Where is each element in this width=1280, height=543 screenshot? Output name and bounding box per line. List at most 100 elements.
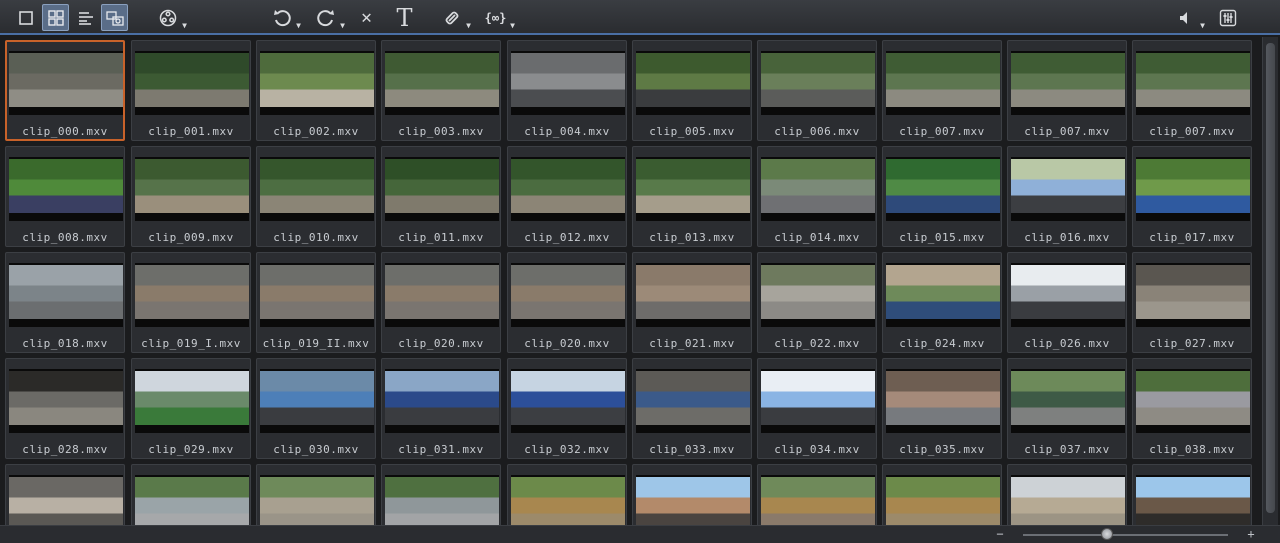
clip-tile[interactable]: clip_021.mxv <box>632 252 752 353</box>
clip-tile[interactable]: clip_009.mxv <box>131 146 251 247</box>
clip-tile[interactable]: clip_013.mxv <box>632 146 752 247</box>
single-view-icon[interactable] <box>12 4 39 31</box>
clip-thumbnail <box>135 263 249 327</box>
clip-tile[interactable]: clip_001.mxv <box>131 40 251 141</box>
clip-label: clip_035.mxv <box>899 443 985 456</box>
fx-icon[interactable]: {∞} ▼ <box>482 4 515 31</box>
clip-tile[interactable] <box>5 464 125 525</box>
delete-icon[interactable]: ✕ <box>353 4 380 31</box>
vertical-scrollbar[interactable] <box>1262 37 1278 525</box>
clip-label: clip_030.mxv <box>273 443 359 456</box>
clip-thumbnail <box>1136 475 1250 525</box>
settings-icon[interactable] <box>1214 4 1241 31</box>
clip-tile[interactable]: clip_020.mxv <box>507 252 627 353</box>
reel-menu-icon[interactable]: ▼ <box>154 4 187 31</box>
clip-tile[interactable]: clip_030.mxv <box>256 358 376 459</box>
clip-tile[interactable] <box>381 464 501 525</box>
clip-label: clip_007.mxv <box>1024 125 1110 138</box>
clip-tile[interactable]: clip_007.mxv <box>882 40 1002 141</box>
clip-thumbnail <box>1136 157 1250 221</box>
clip-tile[interactable] <box>1132 464 1252 525</box>
clip-tile[interactable]: clip_019_I.mxv <box>131 252 251 353</box>
clip-label: clip_020.mxv <box>524 337 610 350</box>
list-view-icon[interactable] <box>72 4 99 31</box>
clip-label: clip_027.mxv <box>1149 337 1235 350</box>
clip-tile[interactable]: clip_037.mxv <box>1007 358 1127 459</box>
zoom-slider-track[interactable] <box>1023 534 1228 536</box>
clip-tile[interactable]: clip_038.mxv <box>1132 358 1252 459</box>
grid-view-icon[interactable] <box>42 4 69 31</box>
clip-thumbnail <box>135 475 249 525</box>
clip-tile[interactable] <box>507 464 627 525</box>
chevron-down-icon: ▼ <box>340 21 345 30</box>
clip-tile[interactable]: clip_026.mxv <box>1007 252 1127 353</box>
clip-tile[interactable]: clip_029.mxv <box>131 358 251 459</box>
clip-label: clip_020.mxv <box>398 337 484 350</box>
clip-tile[interactable]: clip_034.mxv <box>757 358 877 459</box>
clip-tile[interactable]: clip_015.mxv <box>882 146 1002 247</box>
clip-thumbnail <box>385 475 499 525</box>
clip-tile[interactable]: clip_002.mxv <box>256 40 376 141</box>
redo-icon[interactable]: ▼ <box>312 4 345 31</box>
clip-view-icon[interactable] <box>101 4 128 31</box>
chevron-down-icon: ▼ <box>1200 21 1205 30</box>
clip-tile[interactable]: clip_022.mxv <box>757 252 877 353</box>
clip-grid: clip_000.mxv clip_001.mxv clip_002.mxv clip… <box>0 37 1261 525</box>
clip-label: clip_017.mxv <box>1149 231 1235 244</box>
clip-tile[interactable]: clip_028.mxv <box>5 358 125 459</box>
clip-tile[interactable]: clip_035.mxv <box>882 358 1002 459</box>
clip-thumbnail <box>761 475 875 525</box>
clip-label: clip_004.mxv <box>524 125 610 138</box>
clip-tile[interactable]: clip_016.mxv <box>1007 146 1127 247</box>
clip-tile[interactable] <box>882 464 1002 525</box>
clip-tile[interactable]: clip_010.mxv <box>256 146 376 247</box>
clip-tile[interactable]: clip_017.mxv <box>1132 146 1252 247</box>
zoom-slider-knob[interactable] <box>1101 528 1114 540</box>
clip-tile[interactable]: clip_031.mxv <box>381 358 501 459</box>
clip-tile[interactable]: clip_014.mxv <box>757 146 877 247</box>
clip-tile[interactable]: clip_033.mxv <box>632 358 752 459</box>
clip-tile[interactable] <box>131 464 251 525</box>
clip-tile[interactable]: clip_019_II.mxv <box>256 252 376 353</box>
volume-icon[interactable]: ▼ <box>1172 4 1205 31</box>
clip-tile[interactable]: clip_032.mxv <box>507 358 627 459</box>
clip-thumbnail <box>1011 369 1125 433</box>
clip-tile[interactable]: clip_027.mxv <box>1132 252 1252 353</box>
zoom-out-button[interactable]: − <box>993 527 1007 541</box>
chevron-down-icon: ▼ <box>466 21 471 30</box>
clip-thumbnail <box>260 51 374 115</box>
clip-thumbnail <box>1011 263 1125 327</box>
clip-tile[interactable] <box>632 464 752 525</box>
undo-icon[interactable]: ▼ <box>268 4 301 31</box>
clip-thumbnail <box>886 369 1000 433</box>
clip-tile[interactable]: clip_007.mxv <box>1132 40 1252 141</box>
clip-tile[interactable]: clip_006.mxv <box>757 40 877 141</box>
clip-tile[interactable]: clip_007.mxv <box>1007 40 1127 141</box>
tools-icon[interactable]: ▼ <box>438 4 471 31</box>
clip-thumbnail <box>761 157 875 221</box>
clip-tile[interactable]: clip_011.mxv <box>381 146 501 247</box>
clip-label: clip_007.mxv <box>1149 125 1235 138</box>
clip-tile[interactable]: clip_003.mxv <box>381 40 501 141</box>
title-icon[interactable]: T <box>391 4 418 32</box>
clip-tile[interactable]: clip_012.mxv <box>507 146 627 247</box>
clip-thumbnail <box>9 369 123 433</box>
clip-tile[interactable]: clip_008.mxv <box>5 146 125 247</box>
clip-tile[interactable]: clip_005.mxv <box>632 40 752 141</box>
zoom-in-button[interactable]: + <box>1244 527 1258 541</box>
clip-thumbnail <box>1011 157 1125 221</box>
clip-tile[interactable]: clip_000.mxv <box>5 40 125 141</box>
clip-thumbnail <box>260 475 374 525</box>
clip-tile[interactable]: clip_018.mxv <box>5 252 125 353</box>
scrollbar-thumb[interactable] <box>1266 43 1275 513</box>
clip-tile[interactable] <box>757 464 877 525</box>
clip-label: clip_012.mxv <box>524 231 610 244</box>
clip-tile[interactable]: clip_004.mxv <box>507 40 627 141</box>
clip-tile[interactable] <box>1007 464 1127 525</box>
clip-tile[interactable]: clip_024.mxv <box>882 252 1002 353</box>
toolbar: ▼ ▼ ▼ ✕ T ▼ {∞} ▼ ▼ <box>0 0 1280 35</box>
clip-tile[interactable] <box>256 464 376 525</box>
clip-tile[interactable]: clip_020.mxv <box>381 252 501 353</box>
clip-thumbnail <box>385 263 499 327</box>
clip-label: clip_007.mxv <box>899 125 985 138</box>
